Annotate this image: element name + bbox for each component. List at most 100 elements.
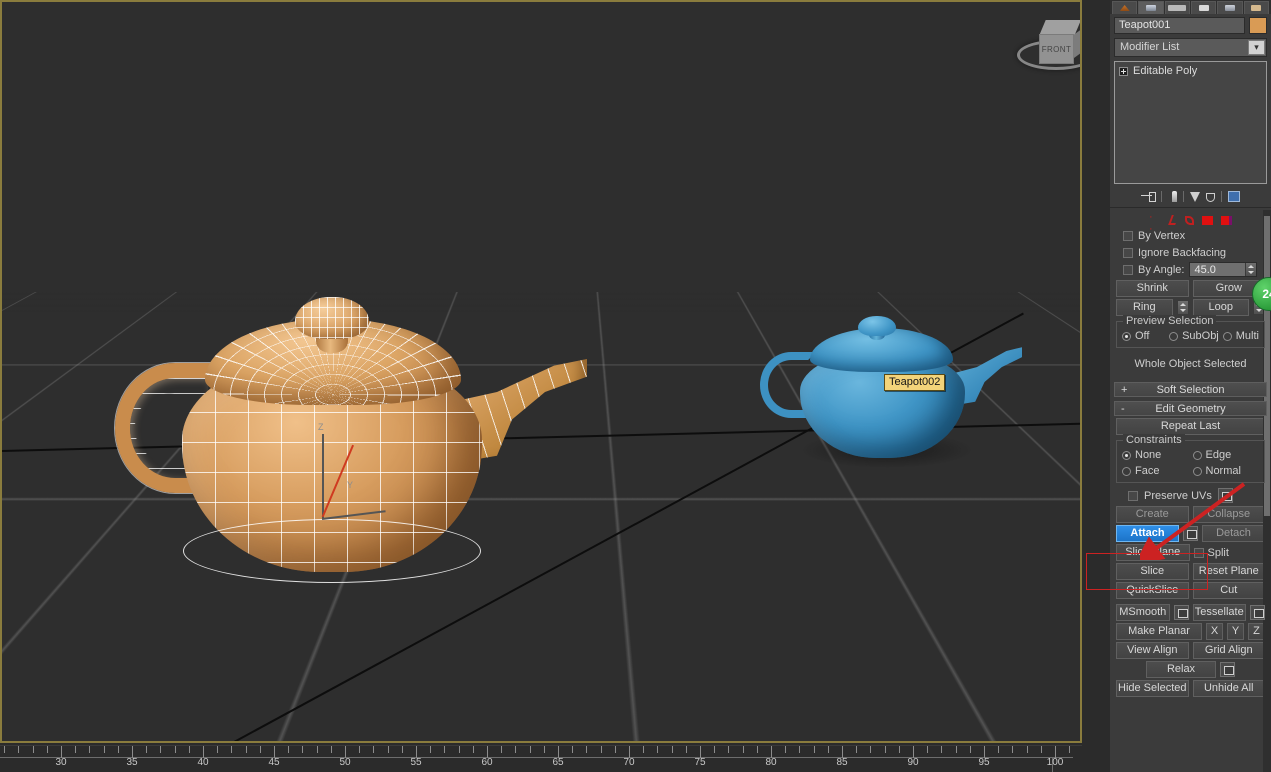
tessellate-settings-button[interactable]	[1250, 605, 1265, 620]
constraints-row-2[interactable]: Face Normal	[1122, 465, 1259, 477]
ignore-backfacing-row[interactable]: Ignore Backfacing	[1110, 244, 1271, 261]
rollout-edit-geometry[interactable]: - Edit Geometry	[1114, 401, 1267, 416]
msmooth-button[interactable]: MSmooth	[1116, 604, 1170, 621]
relax-button[interactable]: Relax	[1146, 661, 1216, 678]
constraint-edge-option[interactable]: Edge	[1192, 449, 1260, 461]
preview-multi-radio[interactable]	[1222, 331, 1232, 341]
relax-settings-button[interactable]	[1220, 662, 1235, 677]
object-name-input[interactable]: Teapot001	[1114, 17, 1245, 34]
msmooth-settings-button[interactable]	[1173, 605, 1189, 620]
create-button[interactable]: Create	[1116, 506, 1189, 523]
make-planar-x-button[interactable]: X	[1206, 623, 1223, 640]
rollout-soft-selection[interactable]: + Soft Selection	[1114, 382, 1267, 397]
edge-icon[interactable]	[1168, 215, 1179, 225]
create-tab[interactable]	[1112, 1, 1138, 14]
display-tab[interactable]	[1217, 1, 1243, 14]
relax-row[interactable]: Relax	[1110, 659, 1271, 678]
constraint-face-radio[interactable]	[1122, 466, 1131, 476]
rollout-soft-selection-toggle[interactable]: +	[1121, 384, 1127, 396]
repeat-last-button[interactable]: Repeat Last	[1116, 418, 1265, 435]
viewcube-front-face[interactable]: FRONT	[1039, 34, 1074, 64]
by-angle-checkbox[interactable]	[1123, 264, 1133, 275]
shrink-button[interactable]: Shrink	[1116, 280, 1189, 297]
ring-loop-row[interactable]: Ring Loop	[1110, 297, 1271, 316]
ring-spinner[interactable]	[1176, 300, 1189, 315]
make-planar-button[interactable]: Make Planar	[1116, 623, 1202, 640]
preserve-uvs-row[interactable]: Preserve UVs	[1110, 487, 1271, 504]
remove-modifier-icon[interactable]	[1206, 192, 1215, 202]
preserve-uvs-settings-button[interactable]	[1217, 488, 1233, 503]
ignore-backfacing-checkbox[interactable]	[1123, 247, 1133, 258]
configure-sets-icon[interactable]	[1228, 191, 1240, 202]
view-align-button[interactable]: View Align	[1116, 642, 1189, 659]
create-collapse-row[interactable]: Create Collapse	[1110, 504, 1271, 523]
preview-multi-option[interactable]: Multi	[1222, 330, 1259, 342]
slice-plane-row[interactable]: Slice Plane Split	[1110, 542, 1271, 561]
slice-reset-row[interactable]: Slice Reset Plane	[1110, 561, 1271, 580]
object-color-swatch[interactable]	[1249, 17, 1267, 34]
preserve-uvs-checkbox[interactable]	[1128, 490, 1138, 501]
loop-button[interactable]: Loop	[1192, 299, 1249, 316]
viewcube[interactable]: FRONT	[1017, 14, 1080, 76]
modify-tab[interactable]	[1138, 1, 1164, 14]
quickslice-button[interactable]: QuickSlice	[1116, 582, 1189, 599]
by-angle-row[interactable]: By Angle: 45.0	[1110, 261, 1271, 278]
align-row[interactable]: View Align Grid Align	[1110, 640, 1271, 659]
viewport-perspective[interactable]: Z Y Teapot002 FRONT	[0, 0, 1082, 743]
modifier-stack[interactable]: Editable Poly	[1114, 61, 1267, 184]
motion-tab[interactable]	[1190, 1, 1217, 14]
unhide-all-button[interactable]: Unhide All	[1192, 680, 1265, 697]
modifier-stack-toolbar[interactable]	[1114, 186, 1267, 204]
split-checkbox[interactable]	[1193, 547, 1204, 558]
element-icon[interactable]	[1221, 215, 1232, 225]
viewport-canvas[interactable]: Z Y Teapot002 FRONT	[2, 2, 1080, 741]
repeat-last-row[interactable]: Repeat Last	[1110, 416, 1271, 435]
make-planar-row[interactable]: Make Planar X Y Z	[1110, 621, 1271, 640]
expand-plus-icon[interactable]	[1119, 66, 1128, 76]
constraint-none-option[interactable]: None	[1122, 449, 1189, 461]
attach-settings-button[interactable]	[1183, 526, 1198, 541]
cut-button[interactable]: Cut	[1192, 582, 1265, 599]
collapse-button[interactable]: Collapse	[1192, 506, 1265, 523]
modifier-list-dropdown[interactable]: Modifier List ▾	[1114, 38, 1267, 57]
constraint-normal-radio[interactable]	[1192, 466, 1202, 476]
pin-stack-icon[interactable]	[1141, 190, 1156, 203]
make-planar-y-button[interactable]: Y	[1227, 623, 1244, 640]
polygon-icon[interactable]	[1202, 215, 1213, 225]
hide-unhide-row[interactable]: Hide Selected Unhide All	[1110, 678, 1271, 697]
border-icon[interactable]	[1185, 215, 1194, 225]
preview-off-option[interactable]: Off	[1122, 330, 1165, 342]
by-angle-spinner[interactable]: 45.0	[1189, 262, 1258, 277]
shrink-grow-row[interactable]: Shrink Grow	[1110, 278, 1271, 297]
rollout-edit-geometry-toggle[interactable]: -	[1121, 403, 1125, 415]
show-end-result-icon[interactable]	[1172, 190, 1177, 202]
timeline-ruler[interactable]: 30 35 40 45 50 55 60 65 70 75 80 85 90 95 100	[0, 745, 1082, 772]
detach-button[interactable]: Detach	[1202, 525, 1265, 542]
constraint-face-option[interactable]: Face	[1122, 465, 1189, 477]
by-vertex-row[interactable]: By Vertex	[1110, 227, 1271, 244]
command-panel[interactable]: Teapot001 Modifier List ▾ Editable Poly	[1110, 0, 1271, 772]
preview-selection-radios[interactable]: Off SubObj Multi	[1122, 330, 1259, 342]
constraints-row-1[interactable]: None Edge	[1122, 449, 1259, 461]
grid-align-button[interactable]: Grid Align	[1192, 642, 1265, 659]
constraint-normal-option[interactable]: Normal	[1192, 465, 1260, 477]
by-angle-spinner-arrows[interactable]	[1245, 263, 1257, 276]
reset-plane-button[interactable]: Reset Plane	[1192, 563, 1265, 580]
preview-subobj-option[interactable]: SubObj	[1169, 330, 1219, 342]
by-vertex-checkbox[interactable]	[1123, 230, 1133, 241]
preview-subobj-radio[interactable]	[1169, 331, 1179, 341]
msmooth-tessellate-row[interactable]: MSmooth Tessellate	[1110, 602, 1271, 621]
attach-button[interactable]: Attach	[1116, 525, 1179, 542]
vertex-icon[interactable]	[1149, 211, 1162, 235]
ring-button[interactable]: Ring	[1116, 299, 1173, 316]
object-teapot002[interactable]: Teapot002	[760, 312, 1022, 472]
sub-object-level-icons[interactable]	[1110, 210, 1271, 235]
quickslice-cut-row[interactable]: QuickSlice Cut	[1110, 580, 1271, 599]
utilities-tab[interactable]	[1243, 1, 1269, 14]
constraint-none-radio[interactable]	[1122, 450, 1131, 460]
transform-gizmo[interactable]: Z Y	[318, 422, 390, 537]
constraint-edge-radio[interactable]	[1192, 450, 1202, 460]
command-panel-scroll-region[interactable]: By Vertex Ignore Backfacing By Angle: 45…	[1110, 210, 1271, 772]
slice-plane-button[interactable]: Slice Plane	[1116, 544, 1190, 561]
attach-detach-row[interactable]: Attach Detach	[1110, 523, 1271, 542]
